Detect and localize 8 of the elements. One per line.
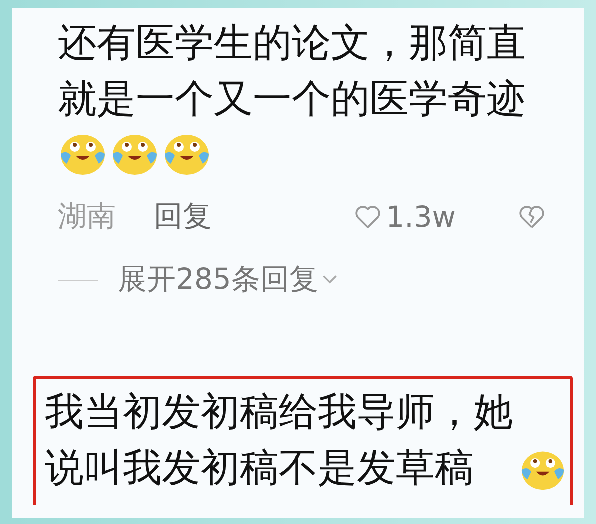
comment-text: 我当初发初稿给我导师，她说叫我发初稿不是发草稿 [45, 389, 514, 493]
expand-replies-button[interactable]: 展开285条回复 [118, 260, 318, 300]
like-count: 1.3w [386, 200, 456, 234]
broken-heart-icon[interactable] [518, 203, 546, 231]
comment-text: 还有医学生的论文，那简直就是一个又一个的医学奇迹 [58, 21, 526, 122]
heart-icon[interactable] [354, 203, 382, 231]
location-label: 湖南 [58, 198, 116, 235]
reply-button[interactable]: 回复 [154, 197, 212, 237]
